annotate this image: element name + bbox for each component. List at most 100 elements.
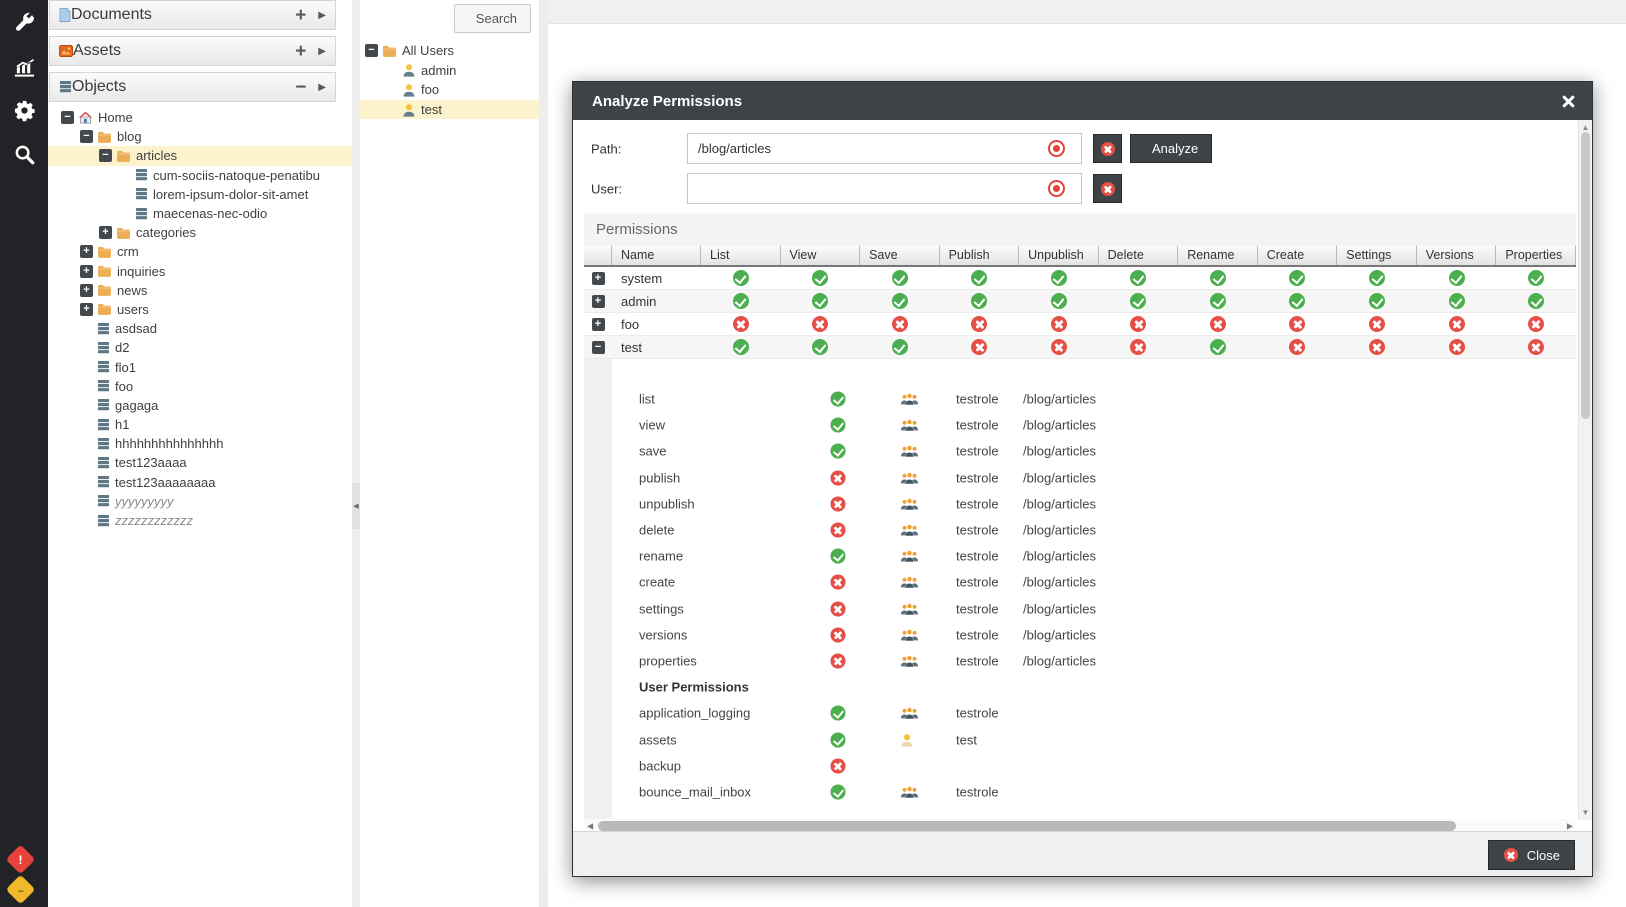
tree-item-flo1[interactable]: flo1 (48, 357, 352, 376)
tree-item-test123aaaa[interactable]: test123aaaa (48, 453, 352, 472)
tree-item-categories[interactable]: +categories (48, 223, 352, 242)
vertical-scroll-thumb[interactable] (1581, 132, 1590, 419)
header-cell-view[interactable]: View (781, 246, 861, 265)
allowed-check-icon (812, 270, 828, 286)
tree-item-asdsad[interactable]: asdsad (48, 319, 352, 338)
expand-plus-icon[interactable]: + (592, 272, 605, 285)
permission-row-system[interactable]: +system (584, 267, 1576, 290)
tree-item-articles[interactable]: −articles (48, 146, 352, 165)
expand-plus-icon[interactable]: + (592, 295, 605, 308)
collapse-panel-arrow[interactable]: ◀ (352, 483, 360, 529)
tree-item-maecenas-nec-odio[interactable]: maecenas-nec-odio (48, 204, 352, 223)
statistics-icon[interactable] (0, 44, 48, 88)
tree-item-all-users[interactable]: −All Users (360, 41, 539, 61)
header-cell-save[interactable]: Save (860, 246, 940, 265)
tree-item-cum-sociis-natoque-penatibu[interactable]: cum-sociis-natoque-penatibu (48, 166, 352, 185)
permission-row-admin[interactable]: +admin (584, 290, 1576, 313)
scroll-down-arrow[interactable]: ▼ (1579, 808, 1592, 817)
tree-item-foo[interactable]: foo (360, 80, 539, 100)
scroll-right-arrow[interactable]: ▶ (1567, 822, 1573, 831)
panel-splitter-2[interactable] (539, 0, 548, 907)
tree-item-lorem-ipsum-dolor-sit-amet[interactable]: lorem-ipsum-dolor-sit-amet (48, 185, 352, 204)
analyze-button[interactable]: Analyze (1130, 134, 1212, 163)
header-cell-delete[interactable]: Delete (1099, 246, 1179, 265)
header-cell-create[interactable]: Create (1258, 246, 1338, 265)
user-target-icon[interactable] (1048, 180, 1065, 197)
permission-row-test[interactable]: −test (584, 336, 1576, 359)
expand-plus-icon[interactable]: + (80, 245, 93, 258)
allowed-check-icon (1051, 270, 1067, 286)
tree-item-label: foo (421, 82, 439, 97)
close-button[interactable]: Close (1488, 840, 1575, 870)
tree-item-h1[interactable]: h1 (48, 415, 352, 434)
tree-item-home[interactable]: −Home (48, 108, 352, 127)
expand-plus-icon[interactable]: + (99, 226, 112, 239)
tree-item-hhhhhhhhhhhhhhh[interactable]: hhhhhhhhhhhhhhh (48, 434, 352, 453)
detail-path: /blog/articles (1023, 392, 1096, 407)
scroll-left-arrow[interactable]: ◀ (587, 822, 593, 831)
error-diamond-icon[interactable]: ! (6, 845, 36, 875)
tree-item-users[interactable]: +users (48, 300, 352, 319)
allowed-check-icon (971, 293, 987, 309)
horizontal-scroll-thumb[interactable] (598, 821, 1456, 831)
accordion-header-assets[interactable]: Assets+▶ (49, 36, 336, 66)
header-cell-rename[interactable]: Rename (1178, 246, 1258, 265)
permissions-panel: Permissions NameListViewSavePublishUnpub… (584, 213, 1576, 819)
path-target-icon[interactable] (1048, 140, 1065, 157)
tree-item-zzzzzzzzzzzz[interactable]: zzzzzzzzzzzz (48, 511, 352, 530)
detail-permission-name: versions (639, 627, 687, 642)
tree-item-news[interactable]: +news (48, 281, 352, 300)
close-x-icon[interactable] (1561, 94, 1576, 109)
tree-item-yyyyyyyyy[interactable]: yyyyyyyyy (48, 492, 352, 511)
settings-gear-icon[interactable] (0, 88, 48, 132)
expand-plus-icon[interactable]: + (592, 318, 605, 331)
clear-path-button[interactable] (1093, 134, 1122, 163)
collapse-minus-icon[interactable]: − (99, 149, 112, 162)
collapse-minus-icon[interactable]: − (295, 78, 306, 97)
tree-item-admin[interactable]: admin (360, 61, 539, 81)
dialog-header[interactable]: Analyze Permissions (573, 82, 1592, 120)
permission-row-foo[interactable]: +foo (584, 313, 1576, 336)
tree-item-test123aaaaaaaa[interactable]: test123aaaaaaaa (48, 473, 352, 492)
search-button[interactable]: Search (454, 4, 531, 33)
header-cell-properties[interactable]: Properties (1496, 246, 1576, 265)
accordion-header-objects[interactable]: Objects−▶ (49, 72, 336, 102)
scroll-up-arrow[interactable]: ▲ (1579, 123, 1592, 132)
maintenance-diamond-icon[interactable]: ... (6, 875, 36, 905)
collapse-minus-icon[interactable]: − (592, 341, 605, 354)
expand-plus-icon[interactable]: + (80, 284, 93, 297)
add-icon[interactable]: + (295, 6, 306, 25)
tree-item-d2[interactable]: d2 (48, 338, 352, 357)
chevron-right-icon[interactable]: ▶ (318, 10, 326, 21)
add-icon[interactable]: + (295, 42, 306, 61)
accordion-header-documents[interactable]: Documents+▶ (49, 0, 336, 30)
search-icon[interactable] (0, 132, 48, 176)
collapse-minus-icon[interactable]: − (61, 111, 74, 124)
clear-user-button[interactable] (1093, 174, 1122, 203)
header-cell-settings[interactable]: Settings (1337, 246, 1417, 265)
tree-item-foo[interactable]: foo (48, 377, 352, 396)
user-input[interactable] (687, 173, 1082, 204)
folder-icon (116, 227, 131, 239)
expand-plus-icon[interactable]: + (80, 265, 93, 278)
header-cell-list[interactable]: List (701, 246, 781, 265)
header-cell-name[interactable]: Name (612, 246, 701, 265)
panel-splitter[interactable]: ◀ (352, 0, 360, 907)
tree-item-inquiries[interactable]: +inquiries (48, 262, 352, 281)
tree-item-gagaga[interactable]: gagaga (48, 396, 352, 415)
tree-item-test[interactable]: test (360, 100, 539, 120)
expand-plus-icon[interactable]: + (80, 303, 93, 316)
collapse-minus-icon[interactable]: − (80, 130, 93, 143)
wrench-icon[interactable] (0, 0, 48, 44)
tree-item-blog[interactable]: −blog (48, 127, 352, 146)
detail-permission-name: application_logging (639, 706, 750, 721)
path-input[interactable] (687, 133, 1082, 164)
header-cell-publish[interactable]: Publish (940, 246, 1020, 265)
tree-item-crm[interactable]: +crm (48, 242, 352, 261)
collapse-minus-icon[interactable]: − (365, 44, 378, 57)
header-cell-versions[interactable]: Versions (1417, 246, 1497, 265)
vertical-scrollbar[interactable]: ▲ ▼ (1578, 120, 1592, 820)
chevron-right-icon[interactable]: ▶ (318, 82, 326, 93)
chevron-right-icon[interactable]: ▶ (318, 46, 326, 57)
header-cell-unpublish[interactable]: Unpublish (1019, 246, 1099, 265)
